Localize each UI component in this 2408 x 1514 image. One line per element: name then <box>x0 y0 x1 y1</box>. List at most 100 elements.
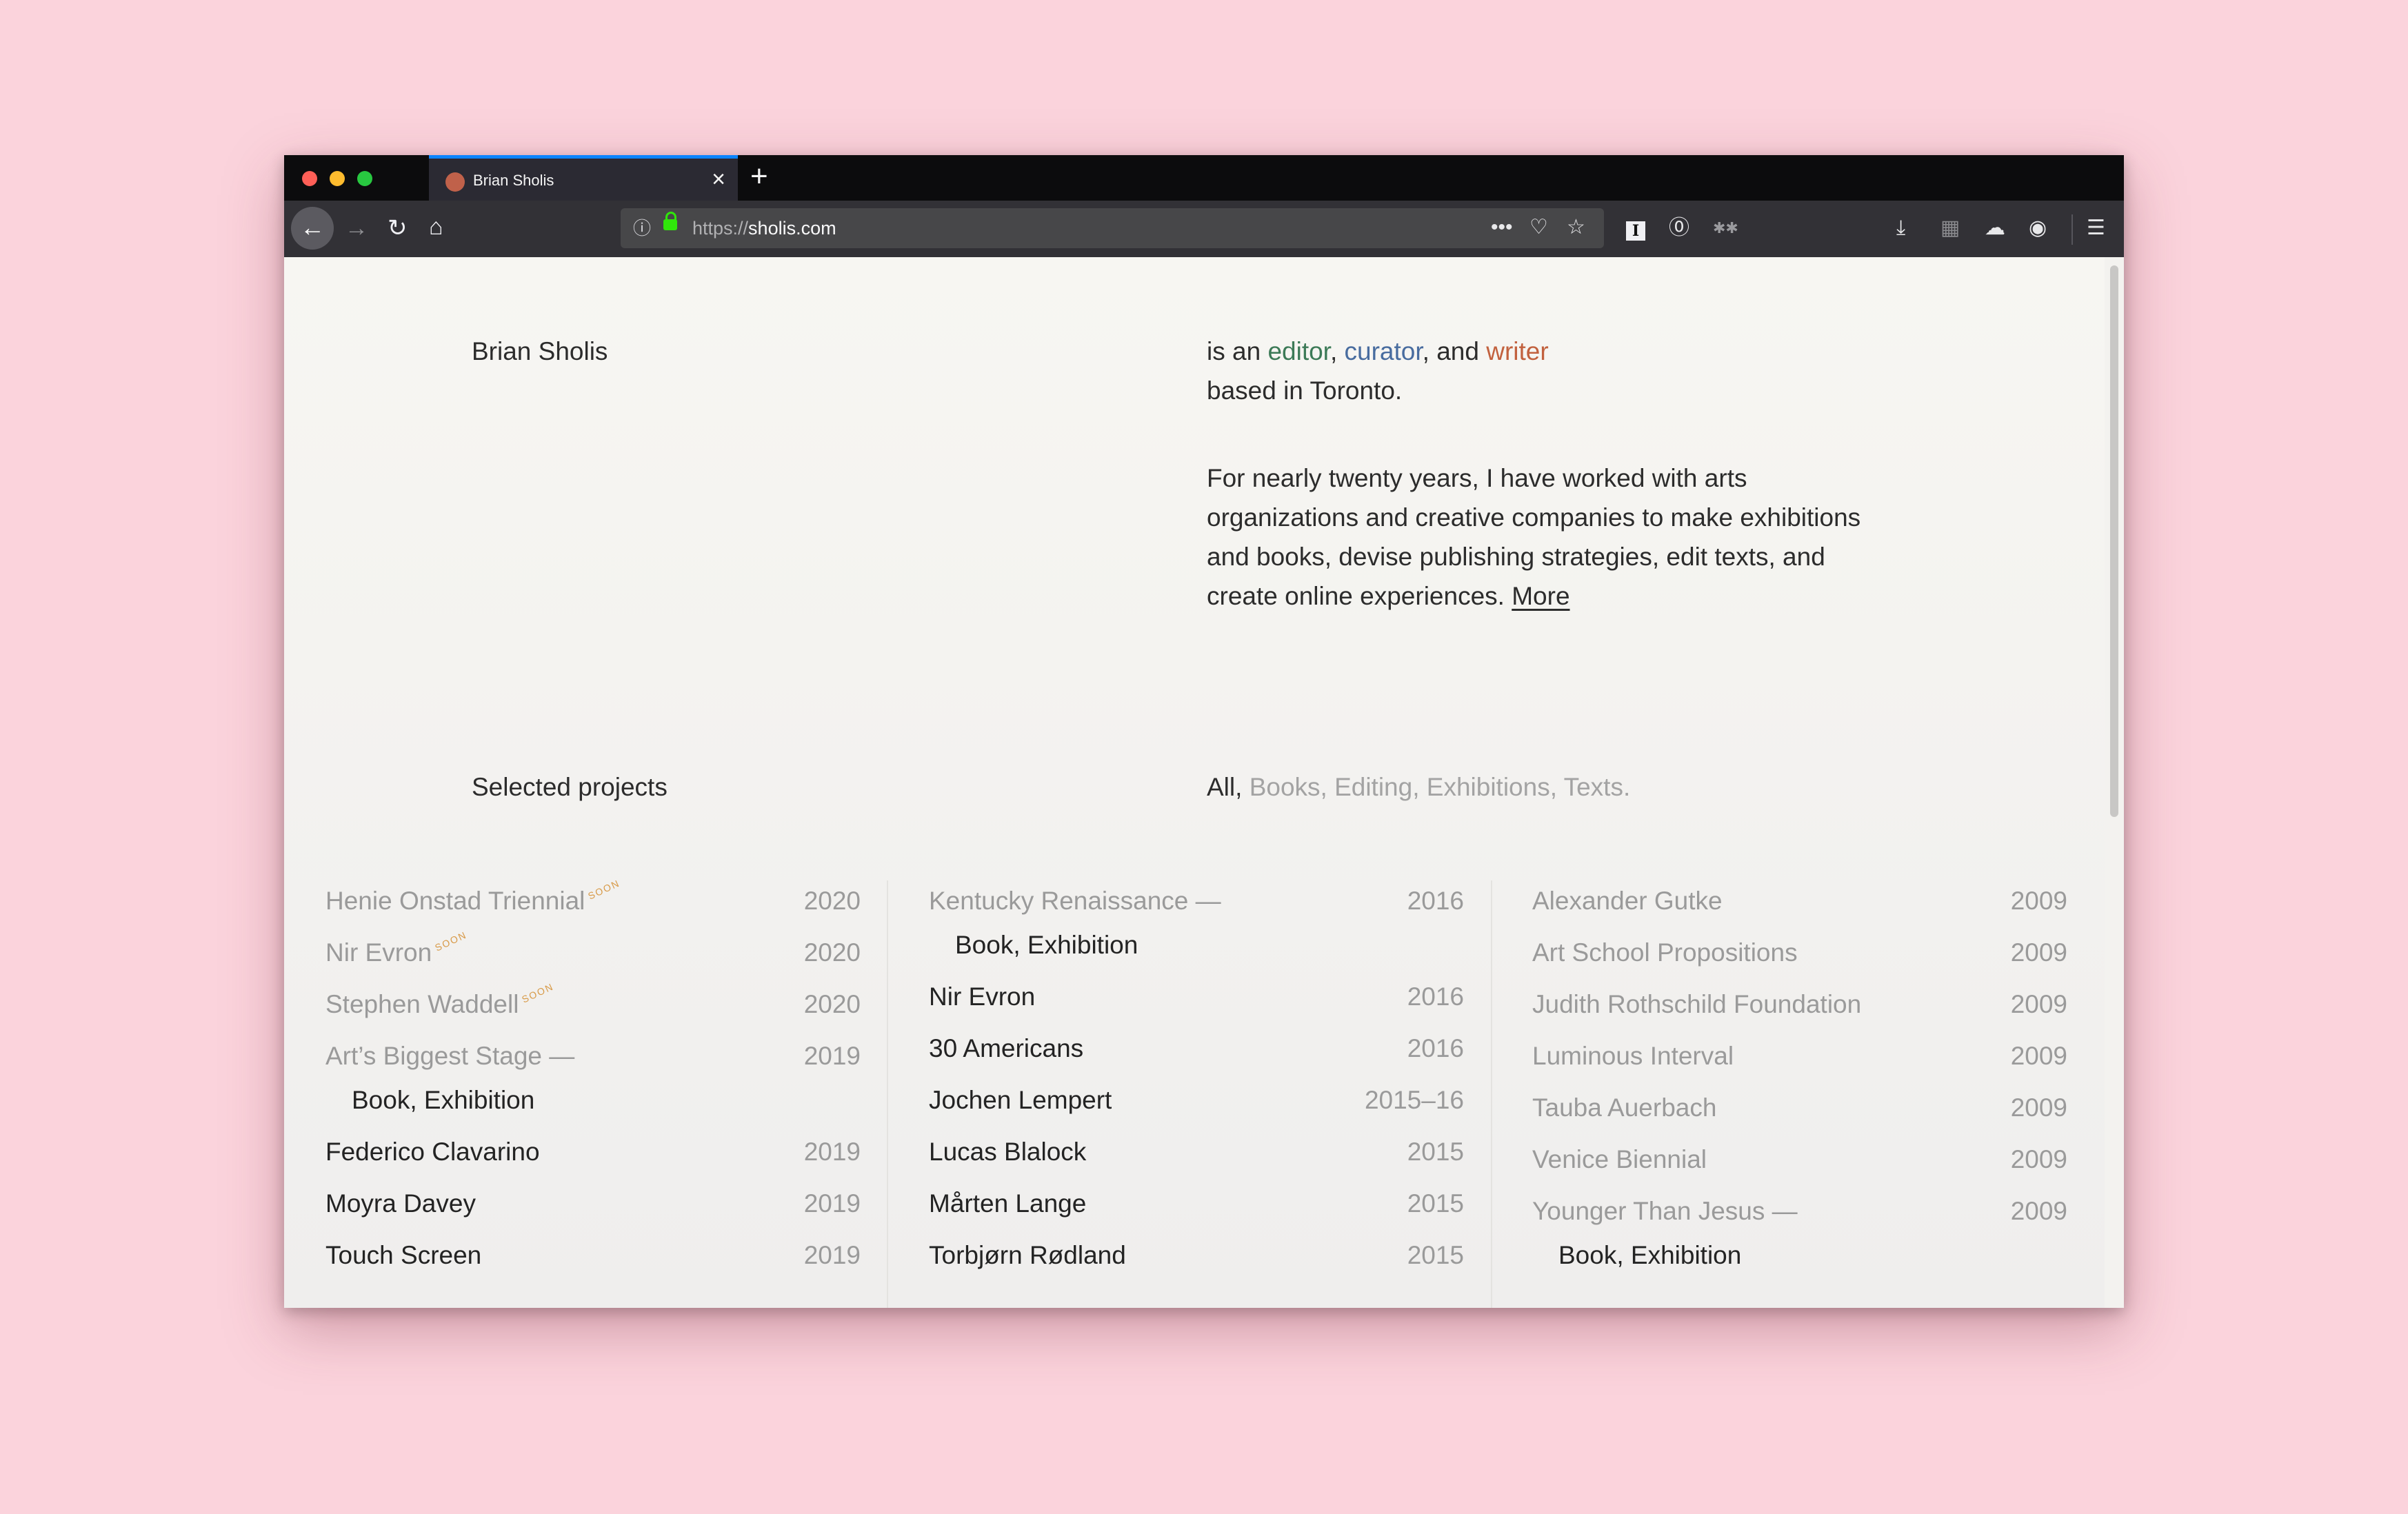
project-title-text: Touch Screen <box>325 1241 482 1269</box>
project-row[interactable]: Moyra Davey 2019 <box>325 1183 861 1235</box>
close-window-button[interactable] <box>302 171 317 186</box>
project-title[interactable]: Nir Evron <box>929 976 1035 1018</box>
filter-categories[interactable]: Books, Editing, Exhibitions, Texts. <box>1250 773 1631 801</box>
home-icon[interactable]: ⌂ <box>429 213 443 241</box>
download-icon[interactable]: ⤓ <box>1896 214 1905 242</box>
project-title[interactable]: Stephen Waddell SOON <box>325 980 556 1025</box>
writer-link[interactable]: writer <box>1486 337 1548 365</box>
maximize-window-button[interactable] <box>357 171 372 186</box>
sync-icon[interactable]: ☁ <box>1985 214 2005 242</box>
projects-column-1: Henie Onstad Triennial SOON 2020 Nir Evron S… <box>325 877 861 1286</box>
project-title-text: Kentucky Renaissance — <box>929 887 1221 915</box>
project-row[interactable]: Art School Propositions 2009 <box>1532 932 2067 984</box>
tab-brian-sholis[interactable]: Brian Sholis × <box>429 155 738 201</box>
menu-icon[interactable]: ☰ <box>2087 214 2105 242</box>
forward-arrow-icon[interactable]: → <box>345 214 368 242</box>
project-title-text: Younger Than Jesus — <box>1532 1197 1798 1225</box>
projects-column-3: Alexander Gutke 2009 Art School Propositio… <box>1532 880 2067 1286</box>
project-year: 2016 <box>1407 982 1464 1011</box>
project-row[interactable]: Alexander Gutke 2009 <box>1532 880 2067 932</box>
project-category[interactable]: Book, Exhibition <box>955 925 1138 966</box>
page-content: Brian Sholis is an editor, curator, and … <box>284 257 2105 1308</box>
project-title[interactable]: Art School Propositions <box>1532 932 1798 973</box>
project-title-text: Nir Evron <box>929 982 1036 1011</box>
project-title[interactable]: Kentucky Renaissance — <box>929 880 1221 922</box>
project-title-text: Venice Biennial <box>1532 1145 1707 1173</box>
intro-location: based in Toronto. <box>1207 376 1403 405</box>
project-title[interactable]: Art’s Biggest Stage — <box>325 1036 574 1077</box>
info-icon[interactable]: ⓘ <box>633 216 651 240</box>
instapaper-icon[interactable]: I <box>1626 221 1645 241</box>
project-title-text: Henie Onstad Triennial <box>325 887 585 915</box>
project-row[interactable]: Judith Rothschild Foundation 2009 <box>1532 984 2067 1036</box>
project-title[interactable]: Judith Rothschild Foundation <box>1532 984 1861 1025</box>
project-year: 2015 <box>1407 1138 1464 1166</box>
project-year: 2009 <box>2010 1145 2067 1173</box>
reload-icon[interactable]: ↻ <box>388 214 408 242</box>
project-row[interactable]: Luminous Interval 2009 <box>1532 1036 2067 1087</box>
pocket-icon[interactable]: ♡ <box>1529 215 1548 240</box>
extension-icon[interactable]: ✱✱ <box>1713 214 1738 242</box>
project-row[interactable]: Touch Screen 2019 <box>325 1235 861 1286</box>
project-year: 2020 <box>803 990 861 1018</box>
project-row[interactable]: Kentucky Renaissance — 2016 Book, Exhibiti… <box>929 880 1464 976</box>
bookmark-star-icon[interactable]: ☆ <box>1567 215 1585 240</box>
project-title[interactable]: Torbjørn Rødland <box>929 1235 1126 1276</box>
project-year: 2009 <box>2010 1197 2067 1225</box>
project-category[interactable]: Book, Exhibition <box>352 1080 534 1121</box>
project-title[interactable]: Luminous Interval <box>1532 1036 1734 1077</box>
project-title[interactable]: Federico Clavarino <box>325 1131 540 1173</box>
project-row[interactable]: 30 Americans 2016 <box>929 1028 1464 1080</box>
project-row[interactable]: Jochen Lempert 2015–16 <box>929 1080 1464 1131</box>
project-row[interactable]: Lucas Blalock 2015 <box>929 1131 1464 1183</box>
new-tab-button[interactable]: + <box>750 159 768 194</box>
project-title[interactable]: Venice Biennial <box>1532 1139 1707 1180</box>
url-bar[interactable]: ⓘ https://sholis.com ••• ♡ ☆ <box>621 208 1604 248</box>
project-title[interactable]: Jochen Lempert <box>929 1080 1112 1121</box>
project-title[interactable]: Nir Evron SOON <box>325 929 469 973</box>
project-title[interactable]: Lucas Blalock <box>929 1131 1086 1173</box>
project-title[interactable]: Tauba Auerbach <box>1532 1087 1716 1129</box>
project-title[interactable]: Touch Screen <box>325 1235 481 1276</box>
project-year: 2019 <box>803 1189 861 1218</box>
project-row[interactable]: Tauba Auerbach 2009 <box>1532 1087 2067 1139</box>
project-year: 2009 <box>2010 990 2067 1018</box>
project-title[interactable]: 30 Americans <box>929 1028 1083 1069</box>
project-title-text: Nir Evron <box>325 938 432 967</box>
project-title[interactable]: Moyra Davey <box>325 1183 476 1224</box>
project-title[interactable]: Alexander Gutke <box>1532 880 1723 922</box>
lock-icon[interactable] <box>663 212 677 230</box>
url-text[interactable]: https://sholis.com <box>692 216 836 240</box>
more-dots-icon[interactable]: ••• <box>1491 215 1513 240</box>
back-arrow-icon[interactable]: ← <box>291 207 334 250</box>
account-icon[interactable]: ◉ <box>2029 214 2047 242</box>
project-year: 2009 <box>2010 1093 2067 1122</box>
filter-all[interactable]: All, <box>1207 773 1242 801</box>
editor-link[interactable]: editor <box>1267 337 1330 365</box>
project-category[interactable]: Book, Exhibition <box>1558 1235 1741 1276</box>
project-year: 2016 <box>1407 1034 1464 1062</box>
project-row[interactable]: Federico Clavarino 2019 <box>325 1131 861 1183</box>
project-title-text: Tauba Auerbach <box>1532 1093 1717 1122</box>
scrollbar-thumb[interactable] <box>2110 265 2118 817</box>
curator-link[interactable]: curator <box>1345 337 1423 365</box>
project-row[interactable]: Stephen Waddell SOON 2020 <box>325 980 861 1036</box>
project-row[interactable]: Art’s Biggest Stage — 2019 Book, Exhibitio… <box>325 1036 861 1131</box>
project-row[interactable]: Nir Evron SOON 2020 <box>325 929 861 984</box>
project-row[interactable]: Mårten Lange 2015 <box>929 1183 1464 1235</box>
library-icon[interactable]: ▦ <box>1940 214 1960 242</box>
project-title-text: Art’s Biggest Stage — <box>325 1042 575 1070</box>
project-row[interactable]: Torbjørn Rødland 2015 <box>929 1235 1464 1286</box>
project-title[interactable]: Younger Than Jesus — <box>1532 1191 1798 1232</box>
site-name[interactable]: Brian Sholis <box>472 332 608 371</box>
1password-icon[interactable]: ⓪ <box>1669 214 1689 242</box>
project-row[interactable]: Nir Evron 2016 <box>929 976 1464 1028</box>
project-title[interactable]: Henie Onstad Triennial SOON <box>325 877 622 922</box>
project-title[interactable]: Mårten Lange <box>929 1183 1086 1224</box>
project-row[interactable]: Venice Biennial 2009 <box>1532 1139 2067 1191</box>
tab-close-icon[interactable]: × <box>712 167 725 192</box>
more-link[interactable]: More <box>1512 582 1569 610</box>
minimize-window-button[interactable] <box>330 171 345 186</box>
project-row[interactable]: Younger Than Jesus — 2009 Book, Exhibition <box>1532 1191 2067 1286</box>
project-row[interactable]: Henie Onstad Triennial SOON 2020 <box>325 877 861 932</box>
